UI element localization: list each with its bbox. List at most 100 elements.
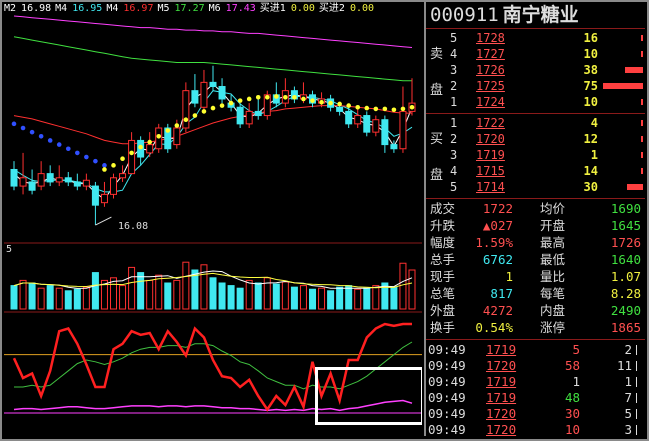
candle-body: [390, 144, 398, 150]
candle[interactable]: [363, 111, 371, 137]
candle[interactable]: [290, 86, 298, 104]
buy-book-row[interactable]: 5 1714 30: [450, 180, 645, 194]
candle[interactable]: [46, 165, 54, 187]
chart-area[interactable]: M2 16.98 M4 16.95 M4 16.97 M5 17.27 M6 17.43 买进1 0.…: [4, 2, 422, 436]
candle[interactable]: [82, 173, 90, 191]
trade-row[interactable]: 09:49 1720 30 5: [428, 406, 643, 421]
indicator-dot-yellow: [310, 98, 315, 103]
indicator-dot-yellow: [283, 95, 288, 100]
sell-label-bottom: 盘: [430, 83, 444, 98]
candle[interactable]: [73, 173, 81, 191]
trade-row[interactable]: 09:49 1719 48 7: [428, 390, 643, 405]
indicator-dot-yellow: [201, 109, 207, 114]
trade-row[interactable]: 09:49 1719 1 1: [428, 374, 643, 389]
candle[interactable]: [28, 169, 36, 195]
candle[interactable]: [281, 78, 289, 108]
sell-book-row[interactable]: 4 1727 10: [450, 47, 645, 61]
volume-bar: [182, 261, 190, 310]
low-price-label: 16.08: [118, 221, 149, 232]
trade-time: 09:49: [428, 422, 466, 436]
trade-price: 1719: [486, 390, 517, 405]
stat-row: 成交 1722 均价 1690: [430, 200, 643, 217]
candle[interactable]: [254, 98, 262, 120]
trade-row[interactable]: 09:49 1719 5 2: [428, 342, 643, 357]
indicator-dot-blue: [75, 150, 80, 156]
candle[interactable]: [110, 173, 117, 199]
indicator-dot-yellow: [129, 150, 134, 156]
candle[interactable]: [37, 161, 45, 191]
sell-book-row[interactable]: 3 1726 38: [450, 63, 645, 77]
stat-label-2: 涨停: [540, 320, 566, 335]
candle[interactable]: [100, 181, 108, 207]
candle-body: [372, 119, 380, 133]
stat-value-2: 1640: [610, 252, 641, 267]
candle[interactable]: [191, 74, 199, 108]
sell-book-row[interactable]: 5 1728 16: [450, 31, 645, 45]
sell-book-row[interactable]: 2 1725 75: [450, 79, 645, 93]
candle-body: [173, 127, 181, 146]
candle[interactable]: [381, 115, 389, 153]
stat-label-2: 最高: [540, 235, 566, 250]
trade-row[interactable]: 09:49 1720 10 3: [428, 422, 643, 436]
candle-body: [182, 90, 190, 129]
indicator-dot-yellow: [355, 104, 361, 110]
candle[interactable]: [236, 103, 244, 128]
indicator-dot-blue: [102, 163, 107, 168]
indicator-dot-yellow: [147, 139, 152, 145]
candle[interactable]: [399, 86, 407, 153]
indicator-dot-yellow: [138, 144, 143, 150]
sell-book-level: 2: [450, 79, 458, 93]
candle-body: [64, 177, 72, 183]
candle[interactable]: [55, 165, 63, 187]
buy-book-row[interactable]: 2 1720 12: [450, 132, 645, 146]
buy-book-price: 1722: [476, 116, 505, 130]
trade-time: 09:49: [428, 390, 466, 405]
indicator-dot-yellow: [409, 104, 415, 110]
candle[interactable]: [372, 115, 380, 137]
indicator-dot-yellow: [255, 95, 261, 100]
candle[interactable]: [91, 181, 99, 226]
buy-book-row[interactable]: 3 1719 1: [450, 148, 645, 162]
trade-price: 1720: [486, 406, 517, 421]
candle[interactable]: [10, 161, 18, 191]
buy-book-row[interactable]: 4 1715 14: [450, 164, 645, 178]
ma-legend-item: M5 17.27: [157, 3, 206, 14]
candle[interactable]: [354, 107, 362, 128]
ma-legend-value: 16.98: [21, 3, 52, 14]
candle[interactable]: [200, 69, 208, 112]
ma-legend-item: 买进1 0.00: [260, 3, 317, 14]
sell-book-row[interactable]: 1 1724 10: [450, 95, 645, 109]
stock-code: 000911: [430, 4, 499, 26]
candle-body: [91, 185, 99, 206]
candle[interactable]: [318, 92, 326, 108]
indicator-dot-yellow: [264, 95, 270, 100]
candle[interactable]: [408, 78, 416, 116]
sell-book-volume: 38: [583, 63, 598, 77]
candle[interactable]: [209, 65, 217, 91]
volume-bar: [290, 286, 298, 310]
trade-count: 1: [624, 374, 632, 389]
candle[interactable]: [119, 165, 127, 182]
ma-legend-value: 0.00: [290, 3, 315, 14]
candle-body: [37, 173, 45, 187]
candle-body: [100, 193, 108, 204]
candle[interactable]: [146, 132, 154, 158]
volume-bar: [55, 287, 63, 310]
candle[interactable]: [218, 78, 226, 104]
ma-legend-name: M6: [208, 3, 221, 14]
volume-bar: [227, 285, 235, 310]
sell-book-volume: 10: [583, 95, 598, 109]
stat-row: 现手 1 量比 1.07: [430, 268, 643, 285]
candle-body: [73, 181, 81, 187]
buy-book-row[interactable]: 1 1722 4: [450, 116, 645, 130]
indicator-dot-yellow: [237, 98, 243, 103]
volume-bar: [164, 282, 172, 310]
trade-time: 09:49: [428, 406, 466, 421]
candle[interactable]: [182, 82, 190, 133]
candle[interactable]: [64, 171, 72, 187]
ma-legend-name: 买进1: [259, 3, 286, 14]
candle[interactable]: [245, 103, 253, 128]
stock-header: 000911 南宁糖业: [426, 2, 645, 29]
candle[interactable]: [137, 136, 145, 166]
trade-row[interactable]: 09:49 1720 58 11: [428, 358, 643, 373]
